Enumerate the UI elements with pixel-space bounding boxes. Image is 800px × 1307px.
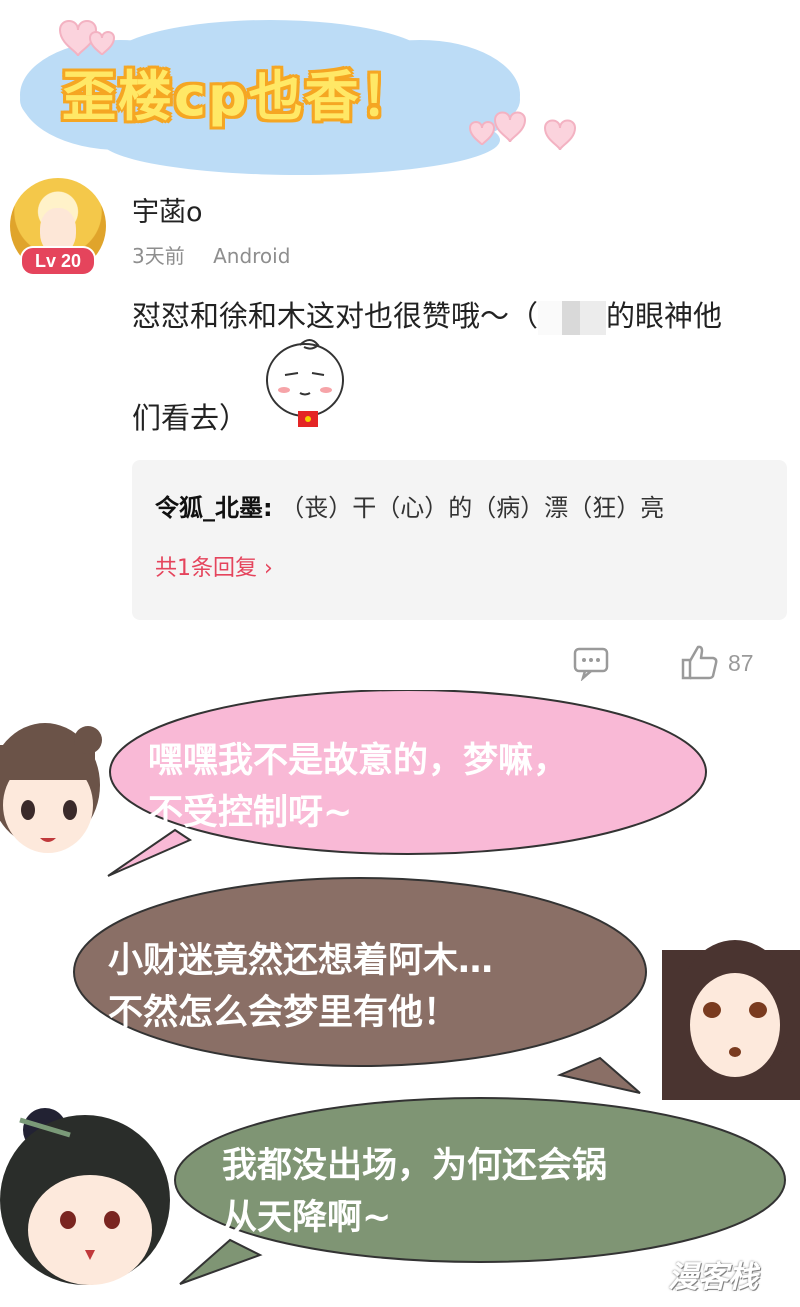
brown-bubble-line2: 不然怎么会梦里有他！ — [108, 993, 459, 1033]
green-bubble-line2: 从天降啊~ — [222, 1198, 392, 1238]
username[interactable]: 宇菡o — [132, 190, 203, 229]
blurred-emoji — [538, 301, 607, 335]
green-bubble-text: 我都没出场，为何还会锅 从天降啊~ — [222, 1140, 607, 1244]
character-boy-icon — [0, 1108, 170, 1285]
comment-text: 怼怼和徐和木这对也很赞哦～（ 的眼神他 — [132, 295, 792, 337]
reply-box[interactable] — [132, 460, 787, 620]
pink-bubble-text: 嘿嘿我不是故意的，梦嘛， 不受控制呀~ — [148, 735, 568, 839]
sticker-emoji — [266, 339, 344, 427]
level-badge: Lv 20 — [20, 246, 96, 276]
brown-bubble-text: 小财迷竟然还想着阿木… 不然怎么会梦里有他！ — [108, 935, 493, 1039]
comment-text-part1: 怼怼和徐和木这对也很赞哦～（ — [132, 299, 539, 333]
comment-device: Android — [213, 244, 291, 268]
watermark: 漫客栈 — [668, 1260, 758, 1295]
like-count: 87 — [728, 650, 754, 676]
banner-title: 歪楼cp也香！ — [62, 65, 417, 128]
comment-icon[interactable] — [573, 645, 609, 681]
view-replies-link[interactable]: 共1条回复 › — [155, 550, 273, 582]
thumbs-up-icon[interactable] — [680, 643, 720, 683]
character-girl-icon — [0, 723, 102, 853]
comment-text-part2: 的眼神他 — [606, 299, 723, 333]
green-bubble-line1: 我都没出场，为何还会锅 — [222, 1146, 608, 1186]
comment-time: 3天前 — [132, 244, 185, 268]
reply-line: 令狐_北墨: （丧）干（心）的（病）漂（狂）亮 — [155, 488, 664, 523]
comment-meta: 3天前 Android — [132, 240, 312, 269]
pink-bubble-line1: 嘿嘿我不是故意的，梦嘛， — [148, 741, 569, 781]
character-man-icon — [662, 940, 800, 1100]
comment-text-line2: 们看去） — [132, 401, 249, 435]
reply-author[interactable]: 令狐_北墨: — [155, 494, 273, 522]
reply-text: （丧）干（心）的（病）漂（狂）亮 — [280, 494, 665, 522]
brown-bubble-line1: 小财迷竟然还想着阿木… — [108, 941, 494, 981]
pink-bubble-line2: 不受控制呀~ — [148, 793, 353, 833]
